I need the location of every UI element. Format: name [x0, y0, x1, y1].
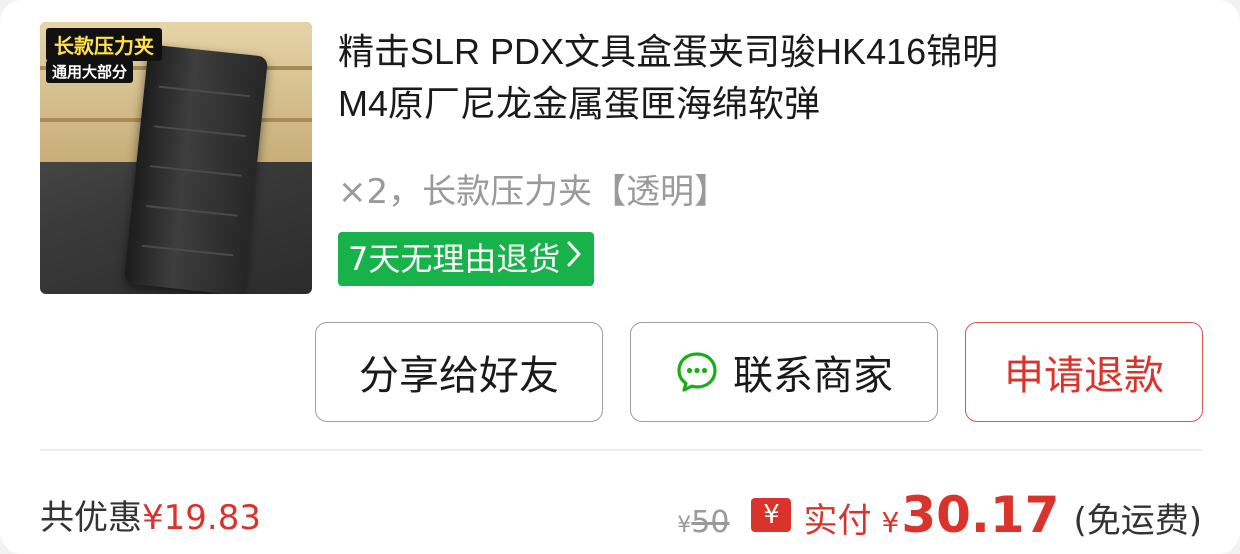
image-badge: 长款压力夹	[46, 28, 162, 61]
discount-label: 共优惠	[40, 498, 142, 538]
contact-seller-button[interactable]: 联系商家	[630, 322, 938, 422]
order-item-card: 长款压力夹 通用大部分 精击SLR PDX文具盒蛋夹司骏HK416锦明 M4原厂…	[0, 0, 1240, 554]
original-price: ¥50	[677, 505, 729, 540]
product-variant: ×2，长款压力夹【透明】	[338, 172, 729, 212]
product-title[interactable]: 精击SLR PDX文具盒蛋夹司骏HK416锦明 M4原厂尼龙金属蛋匣海绵软弹	[338, 26, 1198, 130]
share-button-label: 分享给好友	[359, 353, 559, 399]
refund-button-label: 申请退款	[1004, 353, 1164, 399]
product-title-line2: M4原厂尼龙金属蛋匣海绵软弹	[338, 83, 821, 124]
price-summary: ¥50 ¥ 实付 ¥ 30.17 (免运费)	[677, 486, 1202, 544]
discount-amount: ¥19.83	[142, 498, 261, 538]
return-policy-label: 7天无理由退货	[348, 240, 561, 278]
paid-label: 实付	[803, 501, 872, 541]
contact-button-label: 联系商家	[733, 353, 893, 399]
total-discount: 共优惠¥19.83	[40, 490, 261, 539]
product-title-line1: 精击SLR PDX文具盒蛋夹司骏HK416锦明	[338, 31, 999, 72]
divider	[40, 449, 1202, 451]
image-badge-sub: 通用大部分	[46, 60, 134, 83]
request-refund-button[interactable]: 申请退款	[965, 322, 1203, 422]
product-thumbnail[interactable]: 长款压力夹 通用大部分	[40, 22, 312, 294]
chat-bubble-icon	[677, 352, 717, 392]
share-to-friend-button[interactable]: 分享给好友	[315, 322, 603, 422]
chevron-right-icon	[566, 232, 582, 286]
yen-tag-icon: ¥	[751, 498, 792, 532]
shipping-note: (免运费)	[1073, 501, 1202, 541]
original-price-value: 50	[691, 505, 730, 540]
paid-currency: ¥	[881, 506, 900, 539]
magazine-graphic	[123, 44, 269, 294]
paid-amount: 30.17	[901, 486, 1060, 544]
return-policy-tag[interactable]: 7天无理由退货	[338, 232, 595, 286]
original-currency: ¥	[677, 513, 692, 538]
